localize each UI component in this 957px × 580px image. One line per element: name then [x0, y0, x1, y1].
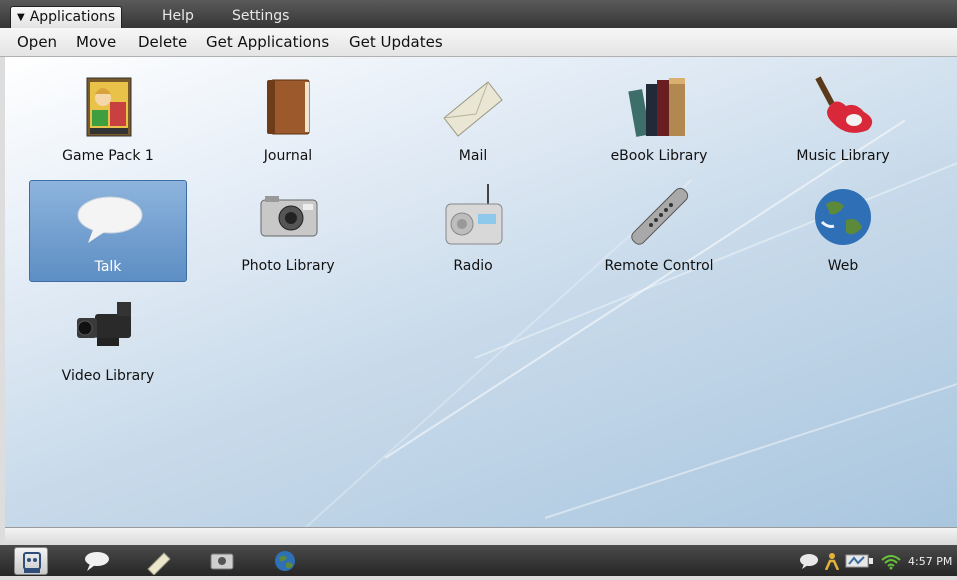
globe-icon: [275, 551, 295, 571]
app-journal[interactable]: Journal: [209, 70, 367, 172]
radio-icon: [445, 184, 503, 245]
taskbar-journal-button[interactable]: [142, 547, 176, 576]
globe-icon: [815, 189, 871, 245]
home-icon: [23, 552, 41, 573]
app-label: Remote Control: [604, 258, 714, 274]
tab-help[interactable]: Help: [156, 6, 200, 28]
camera-icon: [210, 553, 234, 570]
app-label: Video Library: [61, 368, 155, 384]
bottom-taskbar: 4:57 PM: [0, 545, 957, 576]
taskbar-home-button[interactable]: [14, 547, 48, 575]
chat-icon[interactable]: [798, 552, 820, 570]
app-mail[interactable]: Mail: [394, 70, 552, 172]
speech-bubble-icon: [77, 196, 143, 243]
tab-settings-label: Settings: [232, 8, 290, 24]
get-applications-button[interactable]: Get Applications: [206, 33, 329, 51]
app-label: Game Pack 1: [62, 148, 154, 164]
journal-icon: [147, 552, 171, 576]
get-updates-button[interactable]: Get Updates: [349, 33, 443, 51]
clock-label: 4:57 PM: [908, 555, 953, 568]
app-video-library[interactable]: Video Library: [29, 290, 187, 392]
tab-applications-label: Applications: [29, 9, 116, 25]
background-streak: [544, 362, 957, 519]
taskbar-web-button[interactable]: [268, 547, 302, 575]
app-radio[interactable]: Radio: [394, 180, 552, 282]
mail-icon: [443, 81, 503, 137]
dropdown-arrow-icon: ▼: [17, 12, 25, 23]
app-label: eBook Library: [610, 148, 708, 164]
ebook-library-icon: [628, 78, 685, 137]
app-label: Mail: [458, 148, 488, 164]
app-label: Journal: [263, 148, 313, 164]
tab-applications[interactable]: ▼ Applications: [10, 6, 123, 28]
app-game-pack-1[interactable]: Game Pack 1: [29, 70, 187, 172]
app-label: Music Library: [796, 148, 890, 164]
app-talk[interactable]: Talk: [29, 180, 187, 282]
speech-bubble-icon: [85, 552, 109, 571]
top-menu-bar: ▼ Applications Help Settings: [0, 0, 957, 29]
app-web[interactable]: Web: [764, 180, 922, 282]
wifi-icon[interactable]: [880, 552, 902, 570]
application-desktop: Game Pack 1 Journal Mail eBook Library M…: [5, 57, 957, 527]
app-label: Web: [827, 258, 859, 274]
remote-control-icon: [631, 187, 689, 245]
app-label: Radio: [453, 258, 493, 274]
status-strip: [5, 527, 957, 546]
app-ebook-library[interactable]: eBook Library: [580, 70, 738, 172]
open-button[interactable]: Open: [17, 33, 57, 51]
app-photo-library[interactable]: Photo Library: [209, 180, 367, 282]
app-remote-control[interactable]: Remote Control: [580, 180, 738, 282]
battery-icon[interactable]: [845, 552, 877, 570]
app-label: Talk: [94, 259, 122, 275]
journal-icon: [267, 79, 310, 135]
game-pack-icon: [86, 77, 132, 137]
tab-help-label: Help: [162, 8, 194, 24]
command-toolbar: Open Move Delete Get Applications Get Up…: [0, 28, 957, 57]
taskbar-talk-button[interactable]: [80, 547, 114, 575]
taskbar-photo-button[interactable]: [205, 547, 239, 575]
network-user-icon[interactable]: [822, 552, 842, 570]
video-camera-icon: [77, 302, 131, 346]
guitar-icon: [815, 76, 873, 133]
move-button[interactable]: Move: [76, 33, 116, 51]
tab-settings[interactable]: Settings: [226, 6, 295, 28]
camera-icon: [260, 196, 318, 237]
delete-button[interactable]: Delete: [138, 33, 187, 51]
app-label: Photo Library: [241, 258, 335, 274]
app-music-library[interactable]: Music Library: [764, 70, 922, 172]
